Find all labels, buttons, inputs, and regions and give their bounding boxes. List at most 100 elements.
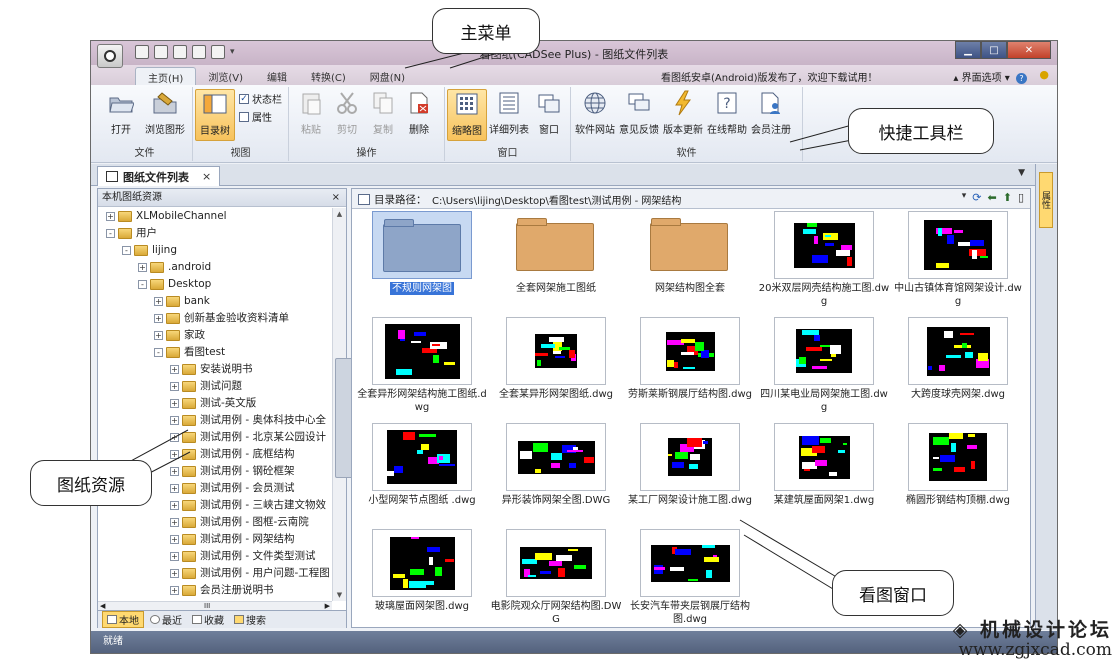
side-tab-properties[interactable]: 属性 [1039,172,1053,228]
tree-node[interactable]: + 测试用例 - 北京某公园设计 [98,429,332,446]
back-arrow-icon[interactable]: ⬅ [988,191,997,204]
scroll-left-icon[interactable]: ◀ [100,602,105,610]
tree-node[interactable]: + 安装说明书 [98,361,332,378]
drawing-file-item[interactable]: 长安汽车带夹层钢展厅结构图.dwg [624,529,756,626]
expand-icon[interactable]: + [170,416,179,425]
copy-button[interactable]: 复制 [363,89,403,136]
tab-convert[interactable]: 转换(C) [299,67,358,87]
drawing-file-item[interactable]: 全套异形网架结构施工图纸.dwg [356,317,488,414]
drawing-file-item[interactable]: 异形装饰网架全图.DWG [490,423,622,507]
expand-icon[interactable]: + [170,552,179,561]
expand-icon[interactable]: + [170,535,179,544]
tab-home[interactable]: 主页(H) [135,67,197,87]
expand-icon[interactable]: + [170,518,179,527]
properties-checkbox[interactable]: 属性 [239,109,272,124]
collapse-icon[interactable]: - [106,229,115,238]
tree-node[interactable]: + 会员注册说明书 [98,582,332,599]
drawing-file-item[interactable]: 某工厂网架设计施工图.dwg [624,423,756,507]
directory-tree-button[interactable]: 目录树 [195,89,235,141]
software-site-button[interactable]: 软件网站 [575,89,615,136]
tree-node[interactable]: + 测试问题 [98,378,332,395]
tab-search[interactable]: 搜索 [230,611,270,628]
tree-node[interactable]: - Desktop [98,276,332,293]
close-panel-icon[interactable]: × [332,189,340,206]
feedback-button[interactable]: 意见反馈 [619,89,659,136]
tree-node[interactable]: + 家政 [98,327,332,344]
thumbnail-view-button[interactable]: 缩略图 [447,89,487,141]
drawing-file-item[interactable]: 小型网架节点图纸 .dwg [356,423,488,507]
scroll-down-icon[interactable]: ▼ [333,591,346,599]
tab-local[interactable]: 本地 [102,611,144,628]
close-button[interactable]: ✕ [1007,41,1051,59]
drawing-file-item[interactable]: 20米双层网壳结构施工图.dwg [758,211,890,308]
close-tab-icon[interactable]: × [202,170,211,183]
cut-button[interactable]: 剪切 [327,89,367,136]
tab-cloud[interactable]: 网盘(N) [358,67,417,87]
tree-node[interactable]: + .android [98,259,332,276]
expand-icon[interactable]: + [170,433,179,442]
tab-list-dropdown-icon[interactable]: ▼ [1018,168,1025,178]
expand-icon[interactable]: + [170,484,179,493]
drawing-file-item[interactable]: 全套某异形网架图纸.dwg [490,317,622,401]
collapse-icon[interactable]: - [154,348,163,357]
drawing-file-item[interactable]: 某建筑屋面网架1.dwg [758,423,890,507]
expand-icon[interactable]: + [170,382,179,391]
tab-favorites[interactable]: 收藏 [188,611,228,628]
tree-node[interactable]: + 测试用例 - 奥体科技中心全 [98,412,332,429]
folder-item[interactable]: 全套网架施工图纸 [490,211,622,295]
app-menu-button[interactable] [97,44,123,68]
expand-icon[interactable]: + [170,467,179,476]
expand-icon[interactable]: + [138,263,147,272]
drawing-file-item[interactable]: 中山古镇体育馆网架设计.dwg [892,211,1024,308]
view-options-menu[interactable]: ▴ 界面选项 ▾ ? [953,69,1027,84]
delete-button[interactable]: 删除 [399,89,439,136]
expand-icon[interactable]: + [154,331,163,340]
tip-bulb-icon[interactable]: ● [1039,68,1049,81]
open-button[interactable]: 打开 [101,89,141,136]
expand-icon[interactable]: + [170,569,179,578]
tree-node[interactable]: + bank [98,293,332,310]
drawing-file-item[interactable]: 玻璃屋面网架图.dwg [356,529,488,613]
tab-drawing-list[interactable]: 图纸文件列表 × [97,166,221,186]
expand-icon[interactable]: + [170,365,179,374]
paste-button[interactable]: 粘贴 [291,89,331,136]
expand-icon[interactable]: + [170,501,179,510]
tab-browse[interactable]: 浏览(V) [196,67,255,87]
scroll-right-icon[interactable]: ▶ [325,602,330,610]
android-notice-link[interactable]: 看图纸安卓(Android)版发布了，欢迎下载试用！ [661,69,877,84]
expand-icon[interactable]: + [106,212,115,221]
maximize-button[interactable]: □ [981,41,1007,59]
tree-node[interactable]: - 用户 [98,225,332,242]
path-field[interactable]: C:\Users\lijing\Desktop\看图test\测试用例 - 网架… [432,192,681,207]
refresh-icon[interactable]: ⟳ [972,191,981,204]
version-update-button[interactable]: 版本更新 [663,89,703,136]
expand-icon[interactable]: + [170,399,179,408]
expand-icon[interactable]: + [154,297,163,306]
window-button[interactable]: 窗口 [529,89,569,136]
path-dropdown-icon[interactable]: ▾ [962,191,967,204]
tree-node[interactable]: + 测试用例 - 文件类型测试 [98,548,332,565]
statusbar-checkbox[interactable]: ✓ 状态栏 [239,91,282,106]
expand-icon[interactable]: + [170,586,179,595]
help-icon[interactable]: ? [1016,73,1027,84]
tree-node[interactable]: - lijing [98,242,332,259]
tree-node[interactable]: + 测试用例 - 用户问题-工程图 [98,565,332,582]
folder-item[interactable]: 网架结构图全套 [624,211,756,295]
tree-node[interactable]: + 测试用例 - 网架结构 [98,531,332,548]
drawing-file-item[interactable]: 电影院观众厅网架结构图.DWG [490,529,622,626]
up-arrow-icon[interactable]: ⬆ [1003,191,1012,204]
collapse-icon[interactable]: - [122,246,131,255]
detail-list-button[interactable]: 详细列表 [489,89,529,136]
drawing-file-item[interactable]: 大跨度球壳网架.dwg [892,317,1024,401]
member-register-button[interactable]: 会员注册 [751,89,791,136]
scroll-up-icon[interactable]: ▲ [333,210,346,218]
folder-item[interactable]: 不规则网架图 [356,211,488,295]
tree-node[interactable]: - 看图test [98,344,332,361]
minimize-button[interactable]: ▁ [955,41,981,59]
drawing-file-item[interactable]: 椭圆形钢结构顶棚.dwg [892,423,1024,507]
tree-node[interactable]: + 创新基金验收资料清单 [98,310,332,327]
browse-drawings-button[interactable]: 浏览图形 [145,89,185,136]
tab-edit[interactable]: 编辑 [255,67,299,87]
tree-node[interactable]: + XLMobileChannel [98,208,332,225]
collapse-icon[interactable]: - [138,280,147,289]
